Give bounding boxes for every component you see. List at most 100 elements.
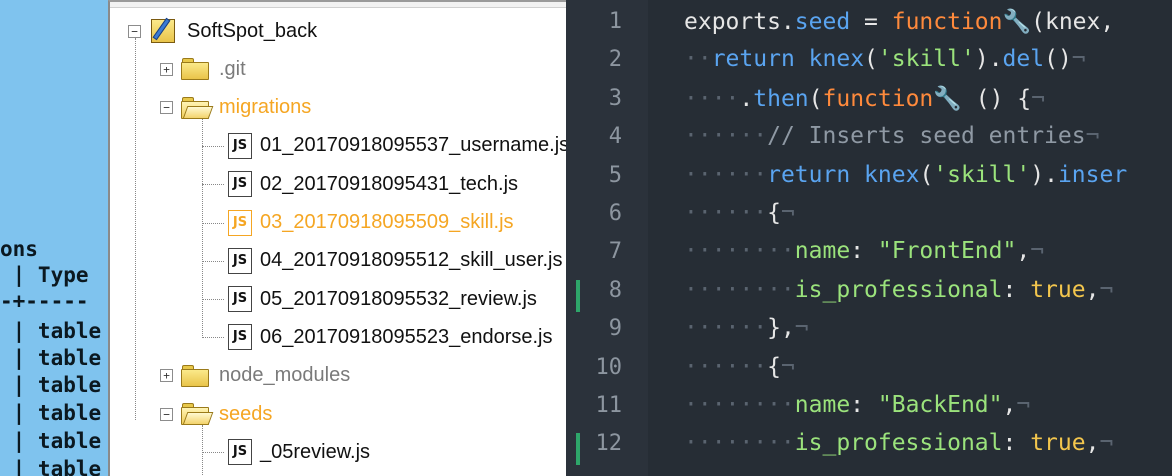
terminal-line: ons [0, 237, 38, 261]
code-line[interactable]: ········is_professional: true,¬ [684, 277, 1113, 303]
code-line[interactable]: ······{¬ [684, 354, 795, 380]
code-token: = [850, 9, 892, 35]
code-token: is_professional [794, 430, 1003, 457]
code-token: : [850, 238, 878, 265]
expand-collapse-toggle[interactable]: − [160, 407, 173, 421]
code-line[interactable]: ········name: "FrontEnd",¬ [684, 238, 1044, 264]
tree-item-file[interactable]: JS 06_20170918095523_endorse.js [220, 318, 553, 356]
terminal-line: | Type [0, 263, 89, 287]
code-token: knex [808, 46, 865, 73]
tree-item-label: .git [219, 57, 246, 80]
code-line[interactable]: ······// Inserts seed entries¬ [684, 123, 1099, 149]
code-token: then [753, 85, 809, 112]
code-token: // Inserts seed entries [767, 123, 1086, 150]
terminal-line: | table [0, 457, 102, 476]
terminal-line: | table [0, 319, 102, 343]
tree-item-label: seeds [219, 402, 273, 425]
file-tree-panel[interactable]: − SoftSpot_back + .git − migrations JS 01_20170… [108, 0, 566, 476]
expand-collapse-toggle[interactable]: + [160, 62, 173, 76]
code-token: { [767, 353, 781, 380]
code-token: , [1085, 276, 1100, 303]
code-token: 'skill' [877, 46, 975, 73]
tree-item-folder[interactable]: − seeds [160, 395, 272, 433]
whitespace-marker: ······ [684, 200, 768, 226]
code-token: : [1002, 276, 1031, 303]
code-token: "BackEnd" [877, 392, 1003, 418]
tree-item-label: migrations [219, 96, 312, 119]
line-number: 1 [608, 9, 622, 34]
js-file-icon: JS [228, 171, 252, 198]
code-line[interactable]: ········name: "BackEnd",¬ [684, 392, 1030, 418]
line-number: 4 [608, 124, 622, 150]
folder-open-icon [181, 403, 214, 425]
js-file-icon: JS [228, 324, 252, 351]
terminal-line: | table [0, 401, 102, 425]
code-line[interactable]: ······},¬ [684, 315, 809, 341]
expand-collapse-toggle[interactable]: − [128, 24, 141, 38]
code-token: del [1002, 46, 1045, 73]
code-token: "FrontEnd" [877, 238, 1017, 265]
code-token: is_professional [794, 276, 1003, 303]
whitespace-marker: ¬ [780, 200, 795, 226]
whitespace-marker: ¬ [794, 315, 809, 342]
line-number: 3 [608, 85, 622, 111]
code-line[interactable]: ········is_professional: true,¬ [684, 430, 1113, 456]
tree-item-folder[interactable]: − migrations [160, 89, 311, 127]
code-token: ). [1030, 161, 1058, 188]
line-number: 9 [608, 316, 622, 342]
code-editor-panel[interactable]: 1 2 3 4 5 6 7 8 9 10 11 12 exports.seed = function🔧… [566, 0, 1172, 476]
tree-item-folder[interactable]: + .git [160, 50, 246, 88]
code-token: 'skill' [933, 161, 1031, 188]
code-line[interactable]: ······return knex('skill').inser [684, 162, 1127, 188]
line-number-gutter: 1 2 3 4 5 6 7 8 9 10 11 12 [566, 0, 648, 476]
whitespace-marker: ···· [684, 85, 740, 112]
tree-item-file[interactable]: JS 02_20170918095431_tech.js [220, 165, 518, 203]
code-token: ( [808, 85, 823, 112]
code-token: function [822, 85, 934, 112]
line-number: 7 [608, 239, 622, 265]
line-number: 6 [608, 201, 622, 226]
code-line[interactable]: ····.then(function🔧 () {¬ [684, 85, 1045, 112]
modified-line-marker [576, 279, 580, 312]
tree-item-label: 02_20170918095431_tech.js [260, 172, 519, 195]
terminal-line: | table [0, 373, 102, 397]
tree-item-file[interactable]: JS _05review.js [220, 433, 370, 471]
whitespace-marker: ········ [684, 276, 795, 303]
whitespace-marker: ······ [684, 353, 768, 380]
code-token: (knex, [1031, 9, 1115, 35]
tree-item-file[interactable]: JS 05_20170918095532_review.js [220, 280, 537, 318]
tree-item-file[interactable]: JS 04_20170918095512_skill_user.js [220, 242, 562, 280]
tree-item-folder[interactable]: + node_modules [160, 357, 350, 395]
whitespace-marker: ·· [684, 46, 712, 73]
expand-collapse-toggle[interactable]: + [160, 369, 173, 383]
code-token: inser [1057, 161, 1128, 188]
js-file-icon: JS [228, 286, 252, 313]
tree-item-file[interactable]: JS 03_20170918095509_skill.js [220, 204, 514, 242]
code-token: : [850, 392, 878, 418]
code-token: knex [864, 161, 920, 188]
terminal-line: -+----- [0, 289, 89, 313]
tree-item-label: 03_20170918095509_skill.js [260, 211, 514, 233]
code-token: name [794, 238, 851, 265]
whitespace-marker: ¬ [1085, 123, 1100, 150]
whitespace-marker: 🔧 [1002, 9, 1032, 35]
tree-connector [135, 38, 136, 420]
code-line[interactable]: ··return knex('skill').del()¬ [684, 46, 1086, 72]
code-token: . [739, 85, 754, 112]
whitespace-marker: ¬ [1099, 276, 1114, 303]
code-token: () [1044, 46, 1072, 73]
expand-collapse-toggle[interactable]: − [160, 101, 173, 115]
tree-item-file[interactable]: JS 01_20170918095537_username.js [220, 127, 566, 165]
modified-line-marker [576, 433, 580, 466]
code-token: true [1030, 430, 1086, 457]
code-token: : [1002, 430, 1031, 457]
tree-item-label: 04_20170918095512_skill_user.js [260, 249, 563, 272]
code-line[interactable]: ······{¬ [684, 200, 795, 226]
code-token: , [1002, 392, 1017, 418]
tree-item-label: SoftSpot_back [187, 19, 318, 42]
code-token: , [1016, 238, 1031, 265]
code-token: ( [864, 46, 878, 73]
whitespace-marker: ······ [684, 161, 768, 188]
code-line[interactable]: exports.seed = function🔧(knex, [684, 8, 1114, 35]
tree-item-root[interactable]: − SoftSpot_back [128, 12, 317, 50]
